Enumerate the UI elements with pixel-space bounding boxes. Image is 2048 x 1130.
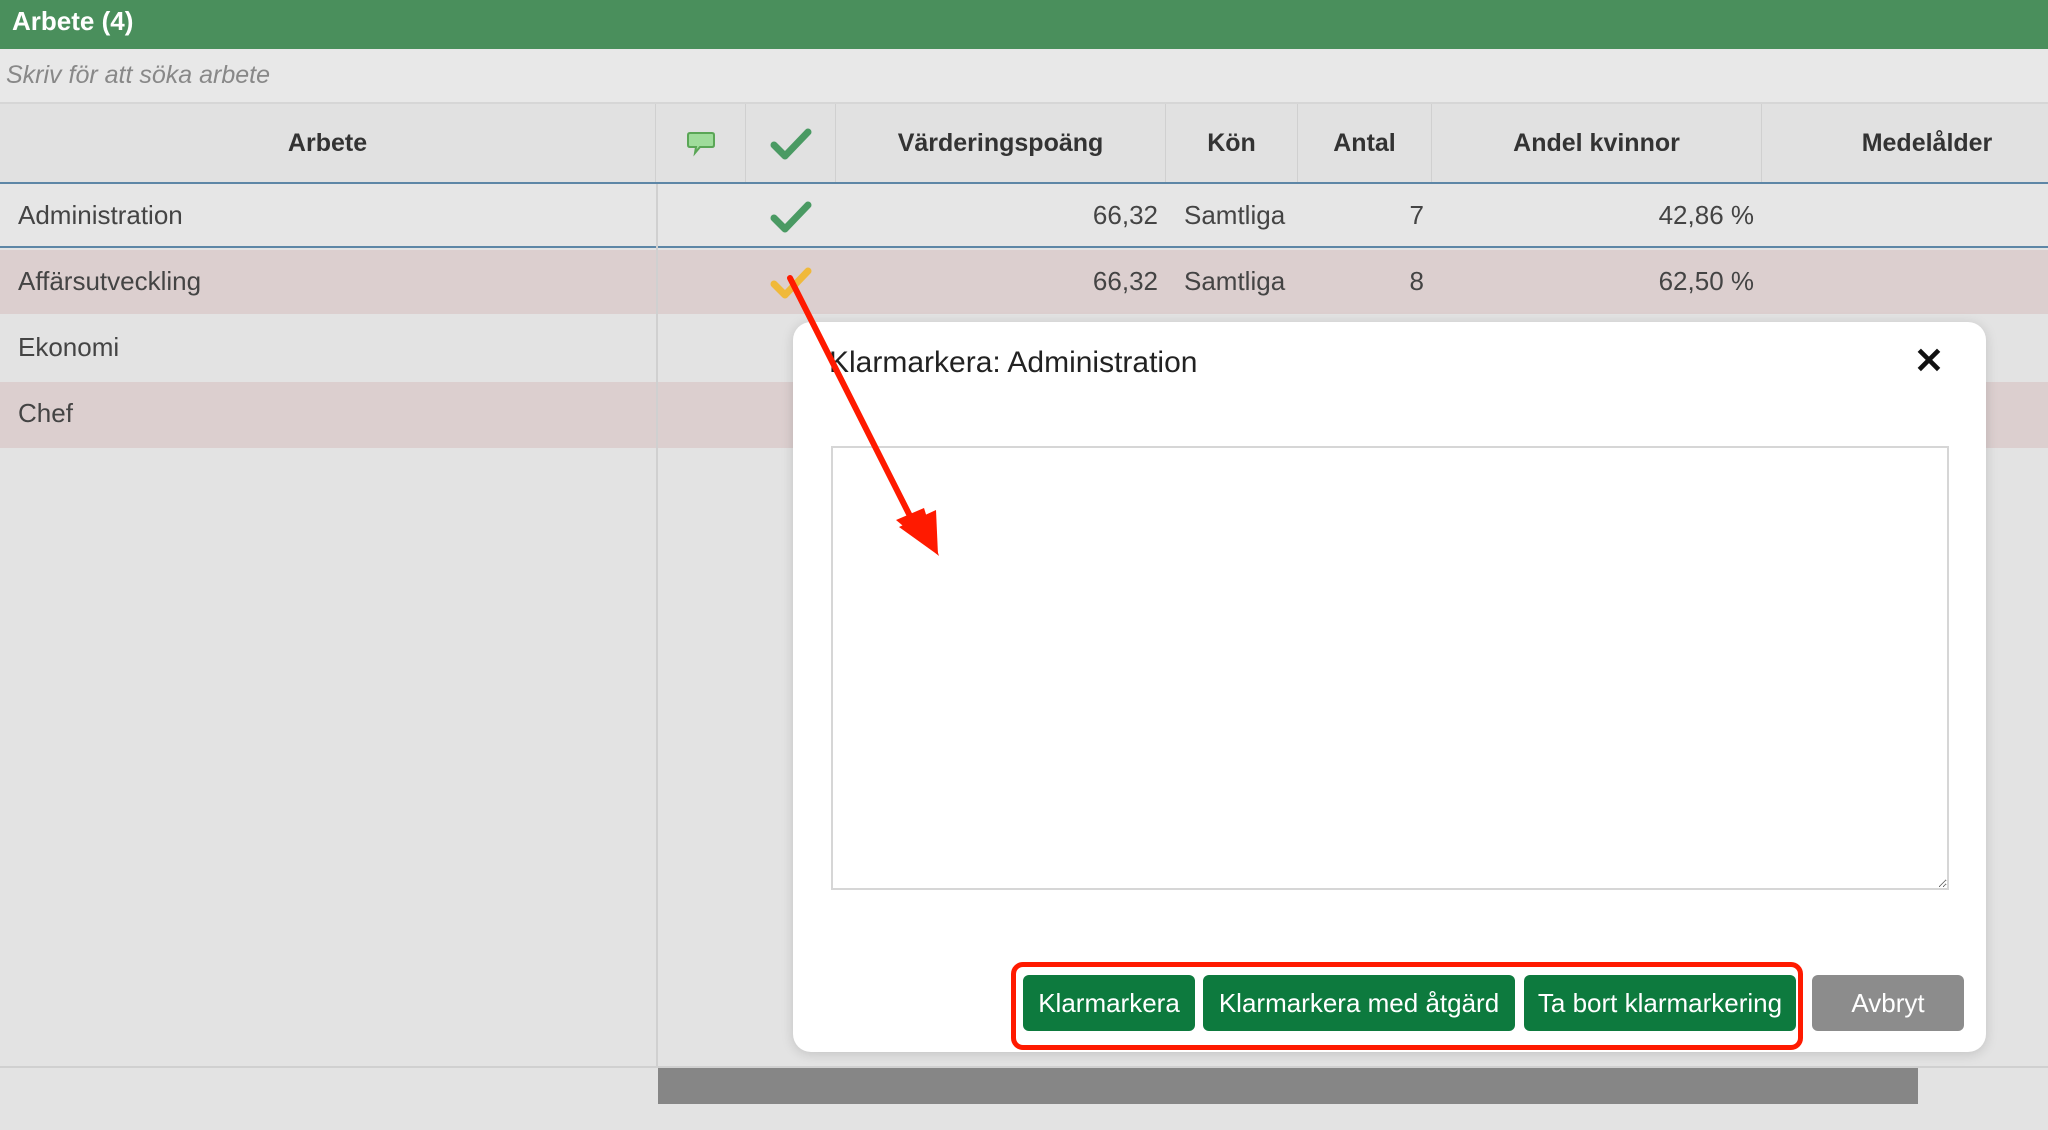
row-antal: 8 xyxy=(1409,266,1424,296)
row-varderingspoang: 66,32 xyxy=(1092,266,1158,296)
table-header: Arbete Värderingspoäng Kön Antal Andel k… xyxy=(0,104,2048,184)
row-antal: 7 xyxy=(1409,200,1424,230)
row-kon: Samtliga xyxy=(1184,200,1286,230)
column-header-antal[interactable]: Antal xyxy=(1298,104,1432,182)
row-arbete: Ekonomi xyxy=(18,332,120,362)
row-andel-kvinnor: 42,86 % xyxy=(1658,200,1754,230)
column-header-medelalder[interactable]: Medelålder xyxy=(1762,104,2048,182)
avbryt-button[interactable]: Avbryt xyxy=(1812,975,1964,1031)
dialog-title: Klarmarkera: Administration xyxy=(829,346,1198,379)
klarmarkera-dialog: Klarmarkera: Administration ✕ Klarmarker… xyxy=(793,322,1986,1052)
row-arbete: Chef xyxy=(18,398,73,428)
row-status[interactable] xyxy=(746,250,836,314)
close-icon[interactable]: ✕ xyxy=(1914,340,1944,382)
row-kon: Samtliga xyxy=(1184,266,1286,296)
column-header-kon[interactable]: Kön xyxy=(1166,104,1298,182)
row-arbete: Affärsutveckling xyxy=(18,266,202,296)
search-bar xyxy=(0,49,2048,104)
search-input[interactable] xyxy=(0,49,2048,102)
column-header-varderingspoang[interactable]: Värderingspoäng xyxy=(836,104,1166,182)
row-varderingspoang: 66,32 xyxy=(1092,200,1158,230)
column-header-arbete[interactable]: Arbete xyxy=(0,104,656,182)
checkmark-icon xyxy=(770,128,811,160)
comment-textarea[interactable] xyxy=(831,446,1949,890)
klarmarkera-button[interactable]: Klarmarkera xyxy=(1023,975,1195,1031)
table-row[interactable]: Affärsutveckling 66,32 Samtliga 8 62,50 … xyxy=(0,250,2048,314)
column-header-status[interactable] xyxy=(746,104,836,182)
row-andel-kvinnor: 62,50 % xyxy=(1658,266,1754,296)
checkmark-icon xyxy=(770,201,812,233)
table-row[interactable]: Administration 66,32 Samtliga 7 42,86 % xyxy=(0,184,2048,248)
column-header-comment[interactable] xyxy=(656,104,746,182)
column-divider xyxy=(656,184,658,1066)
row-status[interactable] xyxy=(746,184,836,246)
checkmark-icon xyxy=(770,267,812,299)
column-header-andel-kvinnor[interactable]: Andel kvinnor xyxy=(1432,104,1762,182)
speech-bubble-icon xyxy=(686,132,715,157)
klarmarkera-med-atgard-button[interactable]: Klarmarkera med åtgärd xyxy=(1203,975,1515,1031)
page-header: Arbete (4) xyxy=(0,0,2048,49)
page-title: Arbete (4) xyxy=(12,6,134,36)
ta-bort-klarmarkering-button[interactable]: Ta bort klarmarkering xyxy=(1524,975,1796,1031)
row-arbete: Administration xyxy=(18,200,183,230)
horizontal-scrollbar-thumb[interactable] xyxy=(658,1068,1918,1104)
